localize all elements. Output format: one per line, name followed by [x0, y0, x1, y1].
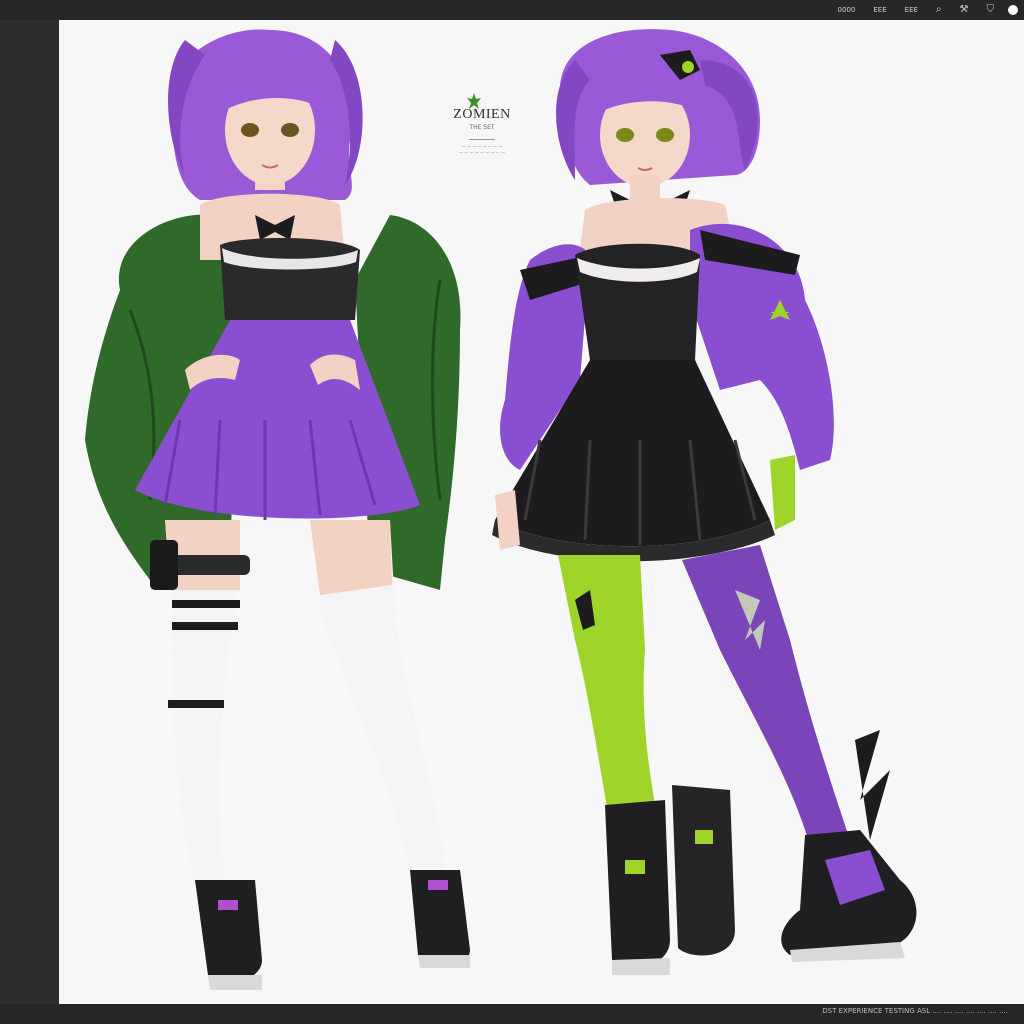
left-gutter	[0, 20, 59, 1004]
sheet-title-block: ZOMIEN THE SET — — — — — — — — — — — — —…	[437, 107, 527, 156]
shield-icon[interactable]: ⛉	[983, 2, 999, 18]
divider	[469, 139, 495, 140]
right-character	[492, 29, 917, 975]
toolbar-item-3[interactable]: EEE	[901, 2, 922, 18]
artwork-canvas[interactable]: ZOMIEN THE SET — — — — — — — — — — — — —…	[59, 20, 1024, 1004]
toolbar-items: 0000 EEE EEE ⌕ ⚒ ⛉	[834, 2, 1018, 18]
toolbar-item-1[interactable]: 0000	[834, 2, 860, 18]
status-text: DST EXPERIENCE TESTING ASL .... .... ...…	[822, 1007, 1008, 1015]
toolbar-item-2[interactable]: EEE	[869, 2, 890, 18]
user-avatar-dot[interactable]	[1008, 5, 1018, 15]
caption-line-2: — — — — — — — — —	[458, 150, 506, 155]
status-bar: DST EXPERIENCE TESTING ASL .... .... ...…	[0, 1004, 1024, 1024]
hammer-icon[interactable]: ⚒	[956, 2, 973, 18]
top-toolbar: 0000 EEE EEE ⌕ ⚒ ⛉	[0, 0, 1024, 20]
sheet-subtitle: THE SET	[469, 124, 495, 131]
sheet-logo: ZOMIEN	[453, 107, 511, 122]
character-sheet-illustration	[85, 29, 917, 990]
left-character	[85, 29, 470, 990]
search-icon[interactable]: ⌕	[932, 2, 946, 18]
app-window: 0000 EEE EEE ⌕ ⚒ ⛉ ZOMIEN THE SET — — — …	[0, 0, 1024, 1024]
